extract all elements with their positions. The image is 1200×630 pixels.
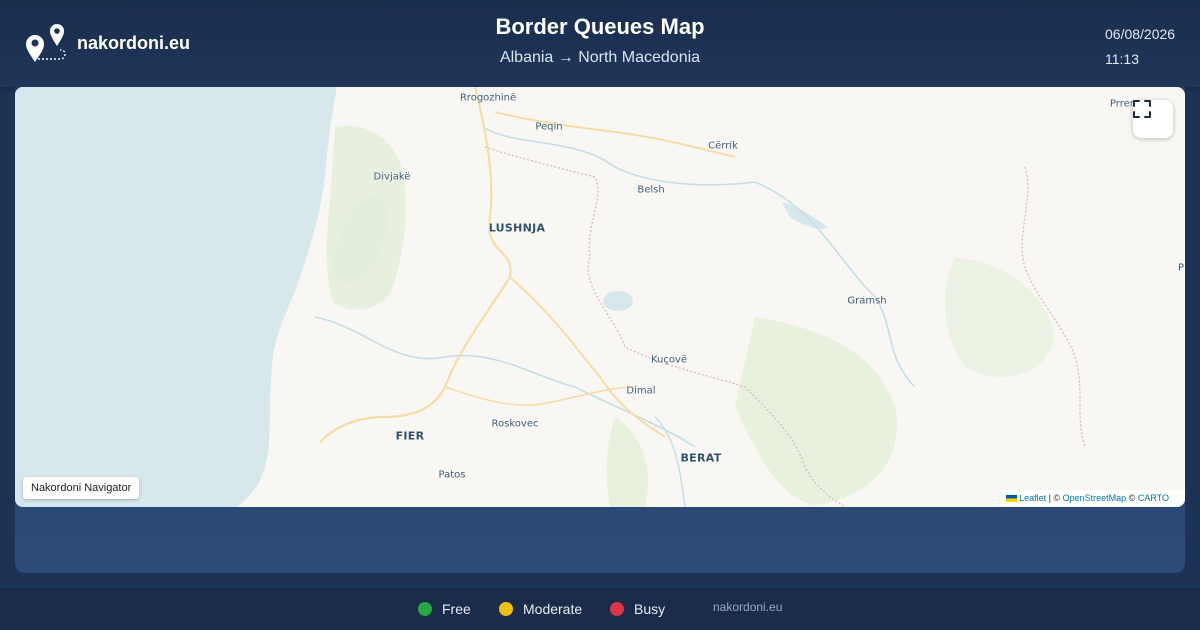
page-title: Border Queues Map [495, 14, 705, 39]
legend-free: Free [418, 588, 471, 630]
legend-label: Busy [634, 601, 666, 617]
osm-link[interactable]: OpenStreetMap [1063, 493, 1127, 503]
busy-dot-icon [610, 602, 624, 616]
map-tiles [15, 87, 1086, 507]
legend-label: Free [442, 601, 471, 617]
time-label: 11:13 [1105, 51, 1139, 67]
city-label: Peqin [535, 121, 563, 133]
fullscreen-button[interactable] [1133, 100, 1173, 138]
city-label: Rrogozhinë [459, 92, 517, 104]
footer: Free Moderate Busy nakordoni.eu [0, 588, 1200, 630]
city-label: LUSHNJA [488, 221, 546, 235]
datetime: 06/08/2026 11:13 [1105, 22, 1175, 72]
navigator-badge[interactable]: Nakordoni Navigator [23, 477, 140, 499]
city-label: Patos [438, 469, 466, 481]
date-label: 06/08/2026 [1105, 26, 1176, 42]
leaflet-link[interactable]: Leaflet [1019, 493, 1046, 503]
map-view[interactable]: Rrogozhinë Peqin Cërrik Prren Divjakë Be… [15, 87, 1185, 507]
free-dot-icon [418, 602, 432, 616]
city-label: Roskovec [491, 418, 539, 430]
legend-label: Moderate [523, 601, 583, 617]
header: nakordoni.eu Border Queues Map Albania →… [0, 0, 1200, 87]
legend-moderate: Moderate [499, 588, 582, 630]
city-label: Gramsh [847, 295, 887, 307]
ukraine-flag-icon [1006, 495, 1018, 502]
fullscreen-icon [1133, 100, 1151, 118]
city-label: FIER [395, 429, 425, 443]
attribution-separator: | © [1046, 493, 1063, 503]
route-subtitle: Albania → North Macedonia [499, 49, 701, 66]
city-label: P [1177, 262, 1185, 274]
city-label: BERAT [680, 451, 722, 465]
carto-link[interactable]: CARTO [1138, 493, 1169, 503]
map-attribution: Leaflet | © OpenStreetMap © CARTO [1001, 490, 1185, 507]
footer-site[interactable]: nakordoni.eu [713, 600, 782, 614]
city-label: Kuçovë [650, 354, 688, 366]
attribution-copy: © [1126, 493, 1138, 503]
city-label: Belsh [637, 184, 665, 196]
city-label: Cërrik [708, 140, 738, 152]
title-block: Border Queues Map Albania → North Macedo… [0, 14, 1200, 67]
city-label: Dimal [626, 385, 656, 397]
moderate-dot-icon [499, 602, 513, 616]
city-label: Divjakë [373, 171, 411, 183]
legend-busy: Busy [610, 588, 665, 630]
